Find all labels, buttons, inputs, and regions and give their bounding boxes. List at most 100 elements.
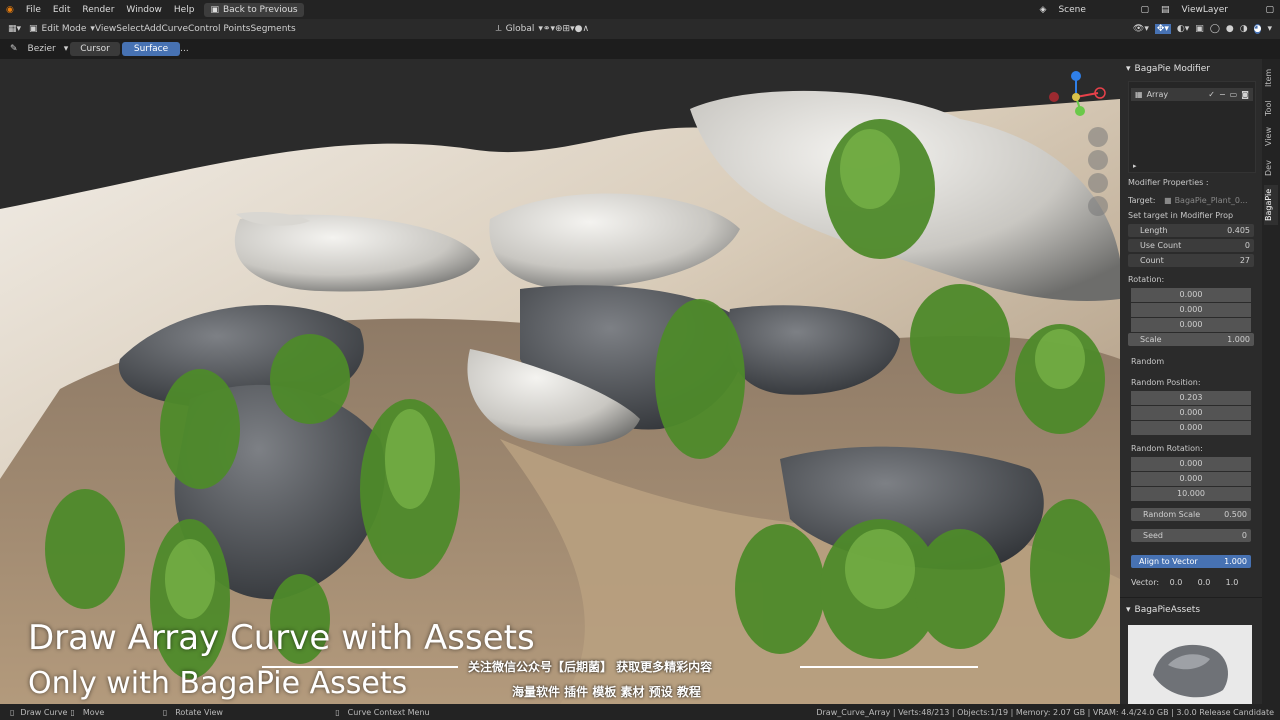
tab-bagapie[interactable]: BagaPie (1264, 185, 1278, 225)
overlay-icon[interactable]: ◐▾ (1177, 24, 1189, 34)
count-field[interactable]: Count 27 (1128, 254, 1254, 267)
scale-field[interactable]: Scale 1.000 (1128, 333, 1254, 346)
random-position-z-field[interactable]: 0.000 (1131, 421, 1251, 435)
sidebar-tabs: Item Tool View Dev BagaPie (1262, 59, 1280, 704)
pan-view-icon[interactable] (1088, 150, 1108, 170)
resize-handle-icon[interactable]: ▸ (1133, 162, 1137, 170)
scene-selector[interactable]: Scene (1052, 5, 1134, 15)
random-scale-field[interactable]: Random Scale 0.500 (1131, 508, 1251, 521)
new-viewlayer-icon[interactable]: ▢ (1259, 5, 1280, 15)
random-rotation-z-field[interactable]: 10.000 (1131, 487, 1251, 501)
random-position-label: Random Position: (1131, 378, 1201, 387)
more-options-button[interactable]: ... (180, 44, 189, 54)
editor-type-icon[interactable]: ▦▾ (0, 24, 29, 34)
modifier-properties-label: Modifier Properties : (1128, 178, 1209, 187)
edit-mode-icon: ▣ (29, 24, 38, 34)
snap-target-icon[interactable]: ⊞▾ (563, 24, 575, 34)
rendered-shading-icon[interactable]: ◕ (1253, 24, 1262, 34)
blender-logo-icon[interactable]: ◉ (0, 5, 20, 15)
rotation-x-field[interactable]: 0.000 (1131, 288, 1251, 302)
tab-tool[interactable]: Tool (1264, 97, 1278, 119)
mode-selector[interactable]: ▣ Edit Mode ▾ (29, 24, 95, 34)
menu-curve[interactable]: Curve (161, 24, 188, 34)
menu-select[interactable]: Select (116, 24, 144, 34)
tab-view[interactable]: View (1264, 125, 1278, 149)
pivot-icon[interactable]: ⚭▾ (543, 24, 555, 34)
back-to-previous-label: Back to Previous (222, 4, 298, 15)
camera-icon[interactable]: ◙ (1241, 90, 1249, 99)
wireframe-shading-icon[interactable]: ◯ (1210, 24, 1220, 34)
zoom-view-icon[interactable] (1088, 127, 1108, 147)
gizmo-toggle-icon[interactable]: ✥▾ (1154, 24, 1171, 34)
monitor-icon[interactable]: ▭ (1230, 90, 1238, 99)
vector-y-field[interactable]: 0.0 (1193, 578, 1215, 587)
menu-view[interactable]: View (95, 24, 116, 34)
vector-z-field[interactable]: 1.0 (1221, 578, 1243, 587)
curve-type-label: Bezier (27, 44, 56, 54)
target-value: BagaPie_Plant_0... (1174, 196, 1248, 205)
curve-type-selector[interactable]: Bezier ▾ (28, 44, 69, 54)
use-count-label: Use Count (1140, 241, 1182, 250)
length-label: Length (1140, 226, 1168, 235)
orientation-icon: ⟂ (495, 24, 502, 34)
visibility-icon[interactable]: 👁▾ (1133, 24, 1149, 34)
random-position-x-field[interactable]: 0.203 (1131, 391, 1251, 405)
surface-depth-button[interactable]: Surface (121, 42, 181, 56)
draw-tool-icon[interactable]: ✎ (0, 44, 28, 54)
menu-segments[interactable]: Segments (250, 24, 295, 34)
3d-viewport[interactable] (0, 59, 1120, 704)
tab-dev[interactable]: Dev (1264, 157, 1278, 179)
camera-view-icon[interactable] (1088, 173, 1108, 193)
menu-control-points[interactable]: Control Points (188, 24, 250, 34)
minus-icon[interactable]: − (1219, 90, 1226, 99)
seed-label: Seed (1143, 531, 1163, 540)
modifier-list[interactable]: ▦ Array ✓ − ▭ ◙ ▸ (1128, 81, 1256, 173)
vector-row: Vector: 0.0 0.0 1.0 (1131, 576, 1251, 589)
target-field[interactable]: ■ BagaPie_Plant_0... (1164, 194, 1254, 207)
vector-x-field[interactable]: 0.0 (1165, 578, 1187, 587)
list-item[interactable]: ▦ Array ✓ − ▭ ◙ (1131, 88, 1253, 101)
new-scene-icon[interactable]: ▢ (1134, 5, 1155, 15)
scene-icon[interactable]: ◈ (1034, 5, 1053, 15)
use-count-field[interactable]: Use Count 0 (1128, 239, 1254, 252)
menu-window[interactable]: Window (120, 5, 168, 15)
falloff-icon[interactable]: ∧ (582, 24, 589, 34)
snap-icon[interactable]: ⊕ (555, 24, 563, 34)
mouse-left-icon: ▯ (10, 707, 15, 717)
align-to-vector-field[interactable]: Align to Vector 1.000 (1131, 555, 1251, 568)
rotation-z-field[interactable]: 0.000 (1131, 318, 1251, 332)
shading-options-icon[interactable]: ▾ (1267, 24, 1272, 34)
caption-divider-left (262, 666, 458, 668)
tab-item[interactable]: Item (1264, 65, 1278, 91)
xray-icon[interactable]: ▣ (1195, 24, 1204, 34)
material-shading-icon[interactable]: ◑ (1240, 24, 1248, 34)
length-field[interactable]: Length 0.405 (1128, 224, 1254, 237)
proportional-edit-icon[interactable]: ● (575, 24, 583, 34)
rotation-y-field[interactable]: 0.000 (1131, 303, 1251, 317)
viewlayer-selector[interactable]: ViewLayer (1175, 5, 1259, 15)
random-rotation-y-field[interactable]: 0.000 (1131, 472, 1251, 486)
asset-thumbnail[interactable] (1128, 625, 1252, 704)
menu-render[interactable]: Render (76, 5, 120, 15)
seed-value: 0 (1241, 531, 1247, 540)
seed-field[interactable]: Seed 0 (1131, 529, 1251, 542)
check-icon[interactable]: ✓ (1208, 90, 1215, 99)
menu-file[interactable]: File (20, 5, 47, 15)
random-rotation-x-field[interactable]: 0.000 (1131, 457, 1251, 471)
cursor-depth-button[interactable]: Cursor (70, 42, 120, 56)
ortho-toggle-icon[interactable] (1088, 196, 1108, 216)
menu-edit[interactable]: Edit (47, 5, 76, 15)
solid-shading-icon[interactable]: ● (1226, 24, 1234, 34)
bagapie-assets-header[interactable]: ▾ BagaPieAssets (1126, 605, 1200, 615)
bagapie-modifier-header[interactable]: ▾ BagaPie Modifier (1126, 64, 1210, 74)
back-to-previous-button[interactable]: ▣ Back to Previous (204, 2, 304, 17)
status-bar: ▯ Draw Curve ▯ Move ▯ Rotate View ▯ Curv… (0, 704, 1280, 720)
rock-asset-preview (1128, 625, 1252, 704)
viewlayer-icon[interactable]: ▤ (1155, 5, 1176, 15)
status-stats: Draw_Curve_Array | Verts:48/213 | Object… (816, 707, 1274, 717)
transform-orientation-selector[interactable]: ⟂ Global ▾ (496, 24, 543, 34)
random-position-y-field[interactable]: 0.000 (1131, 406, 1251, 420)
menu-help[interactable]: Help (168, 5, 201, 15)
menu-add[interactable]: Add (144, 24, 161, 34)
navigation-gizmo[interactable] (1040, 65, 1110, 125)
